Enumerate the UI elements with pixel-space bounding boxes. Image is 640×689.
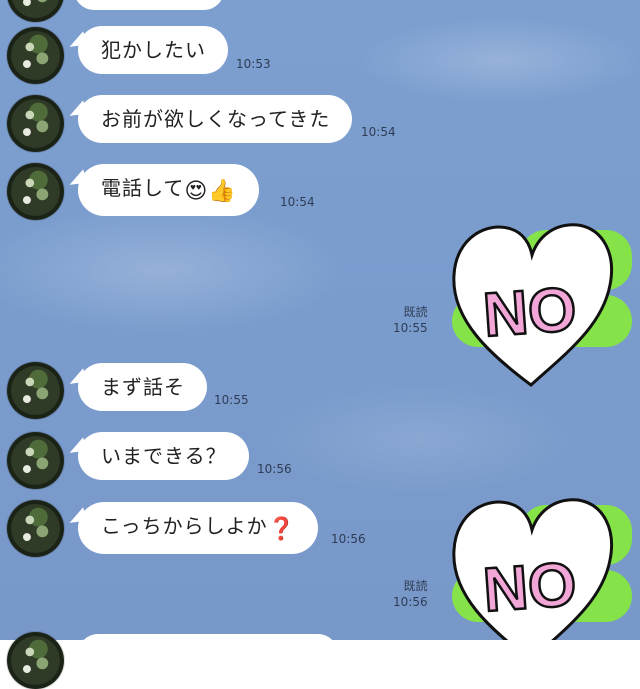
thumbs-up-emoji-icon: 👍 — [208, 179, 237, 204]
read-label: 既読 — [403, 579, 428, 593]
avatar[interactable] — [7, 432, 64, 489]
message-text: こっちからしよか — [101, 514, 268, 538]
avatar[interactable] — [7, 95, 64, 152]
sticker-no-text: NO — [481, 550, 579, 625]
message-bubble[interactable]: まず話そ — [78, 363, 207, 411]
message-text: 電話して — [101, 176, 185, 200]
message-bubble[interactable]: こっちからしよか❓ — [78, 502, 319, 554]
avatar[interactable] — [7, 163, 64, 220]
question-mark-emoji-icon: ❓ — [267, 517, 297, 542]
message-time: 10:56 — [331, 532, 366, 546]
avatar[interactable] — [7, 500, 64, 557]
heart-eyes-emoji-icon: 😍 — [184, 179, 209, 204]
no-heart-sticker[interactable]: NO — [446, 490, 616, 640]
sticker-no-text: NO — [481, 275, 579, 350]
sent-time: 10:56 — [393, 595, 428, 609]
sent-time: 10:55 — [393, 321, 428, 335]
message-text: 犯かしたい — [101, 38, 206, 62]
message-bubble[interactable]: 電話して😍👍 — [78, 164, 259, 216]
message-bubble[interactable]: お前が欲しくなってきた — [78, 95, 353, 143]
read-receipt: 既読 10:56 — [393, 578, 428, 610]
message-text: まず話そ — [101, 375, 185, 399]
message-bubble[interactable]: いまできる？ — [78, 432, 249, 480]
message-text: いまできる？ — [101, 444, 227, 468]
message-time: 10:53 — [236, 57, 271, 71]
read-receipt: 既読 10:55 — [393, 304, 428, 336]
message-time: 10:54 — [280, 195, 315, 209]
no-heart-sticker[interactable]: NO — [446, 215, 616, 390]
avatar[interactable] — [7, 362, 64, 419]
message-time: 10:54 — [361, 125, 396, 139]
message-text: お前が欲しくなってきた — [101, 107, 331, 131]
message-bubble[interactable] — [78, 634, 338, 674]
avatar[interactable] — [7, 632, 64, 689]
avatar[interactable] — [7, 27, 64, 84]
message-time: 10:55 — [214, 393, 249, 407]
message-bubble[interactable]: 犯かしたい — [78, 26, 228, 74]
read-label: 既読 — [403, 305, 428, 319]
message-time: 10:56 — [257, 462, 292, 476]
message-bubble[interactable] — [74, 0, 224, 10]
